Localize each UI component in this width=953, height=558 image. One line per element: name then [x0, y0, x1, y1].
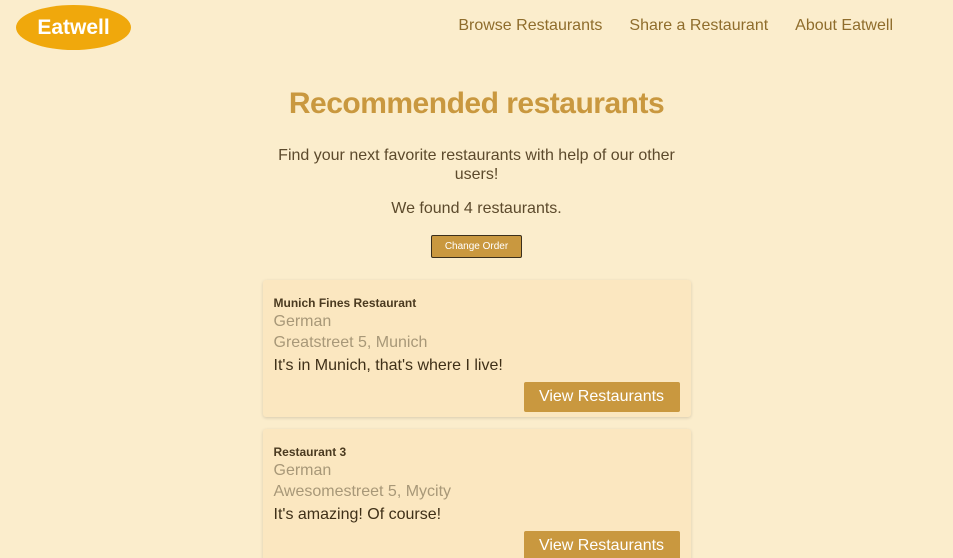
restaurant-card: Munich Fines Restaurant German Greatstre… — [262, 280, 691, 417]
eatwell-logo[interactable]: Eatwell — [16, 5, 131, 50]
restaurant-address: Greatstreet 5, Munich — [273, 334, 428, 351]
restaurant-comment: It's amazing! Of course! — [273, 506, 442, 523]
page-title: Recommended restaurants — [288, 87, 665, 120]
nav-link-browse-restaurants[interactable]: Browse Restaurants — [458, 17, 602, 35]
navbar: Eatwell Browse Restaurants Share a Resta… — [0, 0, 953, 56]
main-content: Recommended restaurants Find your next f… — [0, 56, 953, 558]
restaurant-count: We found 4 restaurants. — [391, 200, 562, 217]
nav-link-about-eatwell[interactable]: About Eatwell — [795, 17, 893, 35]
view-restaurants-button[interactable]: View Restaurants — [523, 382, 680, 412]
restaurant-list: Munich Fines Restaurant German Greatstre… — [262, 280, 691, 558]
change-order-button[interactable]: Change Order — [431, 235, 522, 258]
restaurant-cuisine: German — [273, 462, 332, 479]
page-subtitle: Find your next favorite restaurants with… — [278, 147, 675, 183]
restaurant-card: Restaurant 3 German Awesomestreet 5, Myc… — [262, 429, 691, 558]
restaurant-address: Awesomestreet 5, Mycity — [273, 483, 452, 500]
restaurant-comment: It's in Munich, that's where I live! — [273, 357, 503, 374]
restaurant-name: Restaurant 3 — [273, 445, 347, 459]
restaurant-name: Munich Fines Restaurant — [273, 296, 417, 310]
nav-links: Browse Restaurants Share a Restaurant Ab… — [458, 17, 893, 35]
nav-link-share-restaurant[interactable]: Share a Restaurant — [629, 17, 768, 35]
view-restaurants-button[interactable]: View Restaurants — [523, 531, 680, 558]
restaurant-cuisine: German — [273, 313, 332, 330]
